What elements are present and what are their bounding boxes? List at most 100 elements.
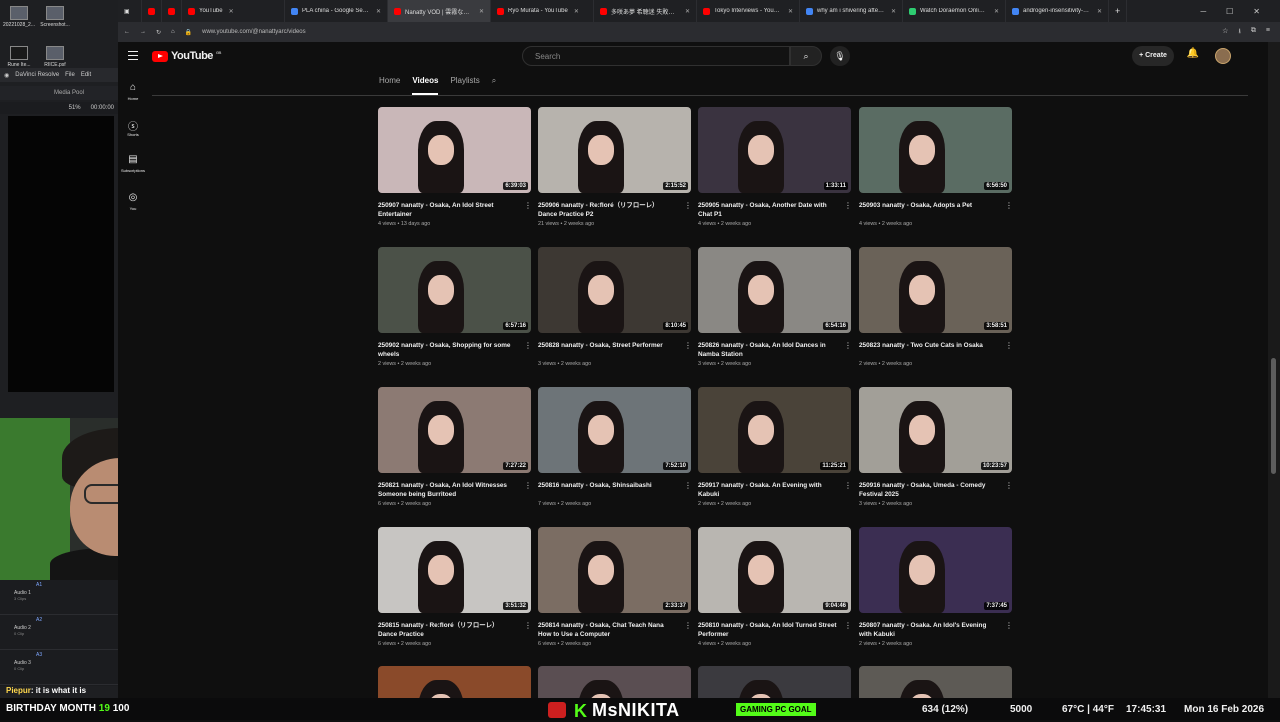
scrollbar-thumb[interactable] <box>1271 358 1276 474</box>
search-input[interactable]: Search <box>522 46 790 66</box>
create-button[interactable]: + Create <box>1132 46 1174 66</box>
tab-sidebar-toggle[interactable]: ▣ <box>118 0 142 22</box>
desktop-file-icon[interactable]: RIICE.psf <box>38 46 72 68</box>
video-card[interactable] <box>698 666 852 698</box>
more-options-icon[interactable]: ⋮ <box>524 621 532 630</box>
video-card[interactable]: 9:04:46 250810 nanatty - Osaka, An Idol T… <box>698 527 852 647</box>
browser-menu-icon[interactable]: ≡ <box>1266 27 1270 38</box>
more-options-icon[interactable]: ⋮ <box>524 201 532 210</box>
audio-track[interactable]: A1 Audio 13 Clips <box>0 580 118 615</box>
video-card[interactable]: 8:10:45 250828 nanatty - Osaka, Street Pe… <box>538 247 692 367</box>
video-title[interactable]: 250816 nanatty - Osaka, Shinsaibashi <box>538 481 678 499</box>
url-field[interactable]: www.youtube.com/@nanattyarc/videos <box>202 29 305 35</box>
video-thumbnail[interactable]: 1:33:11 <box>698 107 851 193</box>
browser-tab[interactable]: 多咲あ夢 希聴迷 失敗回避... ✕ <box>594 0 697 22</box>
bookmark-icon[interactable]: ☆ <box>1222 27 1228 38</box>
maximize-icon[interactable]: ☐ <box>1226 7 1233 16</box>
video-card[interactable]: 6:39:03 250907 nanatty - Osaka, An Idol S… <box>378 107 532 227</box>
browser-tab[interactable]: Watch Doraemon Online in...✕ <box>903 0 1006 22</box>
video-thumbnail[interactable]: 7:27:22 <box>378 387 531 473</box>
close-tab-icon[interactable]: ✕ <box>229 8 234 15</box>
sidebar-item-home[interactable]: ⌂ Home <box>120 82 146 101</box>
more-options-icon[interactable]: ⋮ <box>1005 341 1013 350</box>
video-thumbnail[interactable]: 6:56:50 <box>859 107 1012 193</box>
video-thumbnail[interactable]: 6:39:03 <box>378 107 531 193</box>
hamburger-menu-icon[interactable] <box>128 51 138 60</box>
video-title[interactable]: 250823 nanatty - Two Cute Cats in Osaka <box>859 341 999 359</box>
video-thumbnail[interactable] <box>378 666 531 698</box>
browser-tab[interactable]: PLA china - Google Search ✕ <box>285 0 388 22</box>
more-options-icon[interactable]: ⋮ <box>844 481 852 490</box>
close-icon[interactable]: ✕ <box>1253 7 1260 16</box>
more-options-icon[interactable]: ⋮ <box>1005 621 1013 630</box>
voice-search-button[interactable]: 🎙 <box>830 46 850 66</box>
video-thumbnail[interactable]: 6:54:16 <box>698 247 851 333</box>
video-card[interactable]: 2:33:37 250814 nanatty - Osaka, Chat Teac… <box>538 527 692 647</box>
video-card[interactable]: 3:58:51 250823 nanatty - Two Cute Cats in… <box>859 247 1013 367</box>
sidebar-item-you[interactable]: ◎ You <box>120 192 146 211</box>
close-tab-icon[interactable]: ✕ <box>994 8 999 15</box>
video-thumbnail[interactable]: 2:33:37 <box>538 527 691 613</box>
desktop-app-icon[interactable]: Rune Ite... <box>2 46 36 68</box>
home-icon[interactable]: ⌂ <box>171 29 175 35</box>
video-card[interactable]: 7:52:10 250816 nanatty - Osaka, Shinsaiba… <box>538 387 692 507</box>
browser-tab[interactable]: Tokyo Interviews - YouTube ✕ <box>697 0 800 22</box>
video-card[interactable]: 7:27:22 250821 nanatty - Osaka, An Idol W… <box>378 387 532 507</box>
video-thumbnail[interactable] <box>538 666 691 698</box>
audio-track[interactable]: A3 Audio 30 Clip <box>0 650 118 685</box>
more-options-icon[interactable]: ⋮ <box>684 481 692 490</box>
video-title[interactable]: 250902 nanatty - Osaka, Shopping for som… <box>378 341 518 359</box>
extensions-icon[interactable]: ⧉ <box>1251 27 1256 38</box>
video-thumbnail[interactable] <box>859 666 1012 698</box>
more-options-icon[interactable]: ⋮ <box>684 341 692 350</box>
video-thumbnail[interactable]: 6:57:16 <box>378 247 531 333</box>
video-thumbnail[interactable]: 8:10:45 <box>538 247 691 333</box>
close-tab-icon[interactable]: ✕ <box>788 8 793 15</box>
video-card[interactable]: 2:15:52 250906 nanatty - Re:floré（リフローレ） … <box>538 107 692 227</box>
video-title[interactable]: 250810 nanatty - Osaka, An Idol Turned S… <box>698 621 838 639</box>
tab[interactable] <box>162 0 182 22</box>
video-title[interactable]: 250906 nanatty - Re:floré（リフローレ） Dance P… <box>538 201 678 219</box>
video-card[interactable]: 6:57:16 250902 nanatty - Osaka, Shopping … <box>378 247 532 367</box>
video-card[interactable]: 11:25:21 250917 nanatty - Osaka. An Eveni… <box>698 387 852 507</box>
video-title[interactable]: 250907 nanatty - Osaka, An Idol Street E… <box>378 201 518 219</box>
more-options-icon[interactable]: ⋮ <box>524 481 532 490</box>
new-tab-button[interactable]: + <box>1109 0 1127 22</box>
resolve-menu-file[interactable]: File <box>65 72 75 78</box>
video-card[interactable]: 7:37:45 250807 nanatty - Osaka. An Idol's… <box>859 527 1013 647</box>
scrollbar[interactable] <box>1268 42 1280 698</box>
more-options-icon[interactable]: ⋮ <box>844 201 852 210</box>
media-pool-button[interactable]: Media Pool <box>54 90 84 96</box>
forward-icon[interactable]: → <box>140 29 146 35</box>
more-options-icon[interactable]: ⋮ <box>1005 201 1013 210</box>
video-card[interactable] <box>378 666 532 698</box>
channel-search-icon[interactable]: ⌕ <box>492 76 496 95</box>
notifications-bell-icon[interactable]: 🔔 <box>1186 48 1200 62</box>
resolve-menu-edit[interactable]: Edit <box>81 72 91 78</box>
browser-tab[interactable]: Nanatty VOD | 雲霧なな5... ✕ <box>388 0 491 22</box>
avatar[interactable] <box>1215 48 1231 64</box>
close-tab-icon[interactable]: ✕ <box>479 8 484 15</box>
video-thumbnail[interactable] <box>698 666 851 698</box>
video-thumbnail[interactable]: 2:15:52 <box>538 107 691 193</box>
more-options-icon[interactable]: ⋮ <box>844 341 852 350</box>
zoom-level[interactable]: 51% <box>69 105 81 111</box>
browser-tab[interactable]: Ryo Murata - YouTube ✕ <box>491 0 594 22</box>
reload-icon[interactable]: ↻ <box>156 29 161 36</box>
video-title[interactable]: 250917 nanatty - Osaka. An Evening with … <box>698 481 838 499</box>
video-title[interactable]: 250807 nanatty - Osaka. An Idol's Evenin… <box>859 621 999 639</box>
video-card[interactable] <box>859 666 1013 698</box>
video-card[interactable]: 3:51:32 250815 nanatty - Re:floré（リフローレ） … <box>378 527 532 647</box>
desktop-file-icon[interactable]: Screenshot... <box>38 6 72 28</box>
close-tab-icon[interactable]: ✕ <box>1097 8 1102 15</box>
browser-tab[interactable]: why am i shivering after fo... ✕ <box>800 0 903 22</box>
video-title[interactable]: 250828 nanatty - Osaka, Street Performer <box>538 341 678 359</box>
video-thumbnail[interactable]: 3:51:32 <box>378 527 531 613</box>
video-card[interactable] <box>538 666 692 698</box>
video-title[interactable]: 250826 nanatty - Osaka, An Idol Dances i… <box>698 341 838 359</box>
close-tab-icon[interactable]: ✕ <box>685 8 690 15</box>
video-title[interactable]: 250903 nanatty - Osaka, Adopts a Pet <box>859 201 999 219</box>
more-options-icon[interactable]: ⋮ <box>684 201 692 210</box>
video-thumbnail[interactable]: 9:04:46 <box>698 527 851 613</box>
more-options-icon[interactable]: ⋮ <box>844 621 852 630</box>
